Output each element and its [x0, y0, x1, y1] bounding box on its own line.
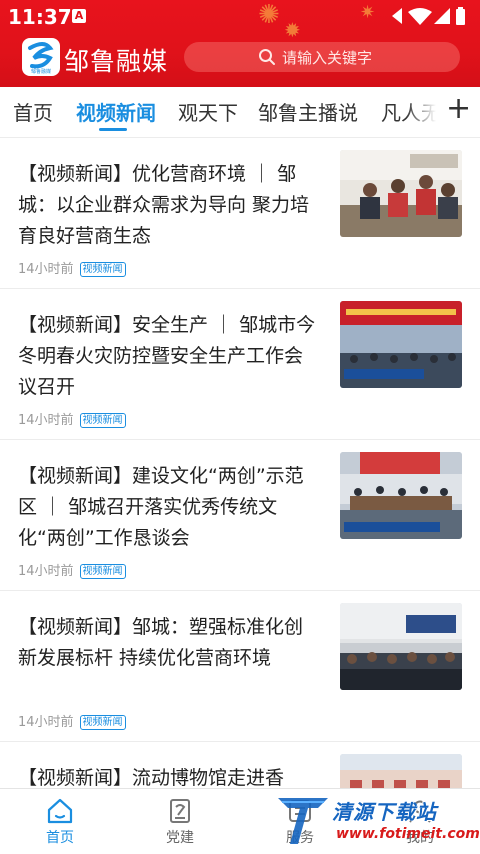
- news-time: 14小时前: [18, 262, 74, 277]
- news-title[interactable]: 【视频新闻】安全生产 ｜ 邹城市今冬明春火灾防控暨安全生产工作会议召开: [18, 310, 318, 403]
- news-thumbnail[interactable]: [340, 603, 462, 690]
- watermark-logo-icon: [278, 798, 328, 844]
- news-tag: 视频新闻: [79, 262, 126, 277]
- cellular-icon: [434, 8, 450, 24]
- news-title[interactable]: 【视频新闻】流动博物馆走进香: [18, 763, 318, 788]
- news-title[interactable]: 【视频新闻】优化营商环境 ｜ 邹城：以企业群众需求为导向 聚力培育良好营商生态: [18, 159, 318, 252]
- news-tag: 视频新闻: [79, 413, 126, 428]
- news-meta: 14小时前 视频新闻: [18, 715, 126, 731]
- watermark: 清源下载站 www.fotimeit.com: [270, 790, 480, 852]
- category-tabs: 首页 视频新闻 观天下 邹鲁主播说 凡人无 +: [0, 87, 480, 137]
- news-item[interactable]: 【视频新闻】流动博物馆走进香: [0, 742, 480, 788]
- nav-label: 首页: [46, 830, 74, 846]
- news-title[interactable]: 【视频新闻】建设文化“两创”示范区 ｜ 邹城召开落实优秀传统文化“两创”工作恳谈…: [18, 461, 318, 554]
- news-item[interactable]: 【视频新闻】优化营商环境 ｜ 邹城：以企业群众需求为导向 聚力培育良好营商生态 …: [0, 138, 480, 289]
- search-icon: [259, 49, 275, 65]
- news-meta: 14小时前 视频新闻: [18, 413, 126, 429]
- app-header: ✺ ✹ ✷ 11:37 A 邹鲁融媒 邹鲁融媒 请输入关键字: [0, 0, 480, 87]
- news-tag: 视频新闻: [79, 564, 126, 579]
- app-title: 邹鲁融媒: [64, 47, 169, 76]
- signal-icon: [392, 8, 402, 24]
- nav-label: 党建: [166, 830, 194, 846]
- news-thumbnail[interactable]: [340, 452, 462, 539]
- tab-anchor[interactable]: 邹鲁主播说: [258, 97, 358, 126]
- conference-photo-icon: [340, 603, 462, 690]
- party-building-icon: [170, 799, 190, 823]
- tab-video-news[interactable]: 视频新闻: [76, 97, 156, 126]
- home-icon: [47, 798, 73, 824]
- active-tab-indicator: [99, 128, 127, 131]
- conference-photo-icon: [340, 452, 462, 539]
- conference-photo-icon: [340, 301, 462, 388]
- search-box[interactable]: 请输入关键字: [184, 42, 460, 72]
- nav-home[interactable]: 首页: [0, 789, 120, 854]
- tab-world[interactable]: 观天下: [178, 97, 238, 126]
- news-item[interactable]: 【视频新闻】邹城：塑强标准化创新发展标杆 持续优化营商环境 14小时前 视频新闻: [0, 591, 480, 742]
- tabs-fade: [406, 87, 436, 137]
- news-thumbnail[interactable]: [340, 301, 462, 388]
- search-placeholder[interactable]: 请输入关键字: [282, 47, 372, 68]
- news-time: 14小时前: [18, 564, 74, 579]
- news-item[interactable]: 【视频新闻】建设文化“两创”示范区 ｜ 邹城召开落实优秀传统文化“两创”工作恳谈…: [0, 440, 480, 591]
- news-time: 14小时前: [18, 413, 74, 428]
- status-time: 11:37: [8, 5, 72, 29]
- building-photo-icon: [340, 754, 462, 788]
- meeting-photo-icon: [340, 150, 462, 237]
- nav-party-building[interactable]: 党建: [120, 789, 240, 854]
- add-channel-button[interactable]: +: [436, 87, 480, 137]
- news-item[interactable]: 【视频新闻】安全生产 ｜ 邹城市今冬明春火灾防控暨安全生产工作会议召开 14小时…: [0, 289, 480, 440]
- watermark-url: www.fotimeit.com: [336, 826, 480, 842]
- wifi-icon: [408, 8, 432, 25]
- status-bar: 11:37 A: [0, 0, 480, 34]
- news-thumbnail[interactable]: [340, 150, 462, 237]
- news-meta: 14小时前 视频新闻: [18, 262, 126, 278]
- plus-icon: +: [446, 91, 472, 126]
- news-thumbnail[interactable]: [340, 754, 462, 788]
- watermark-title: 清源下载站: [332, 800, 437, 824]
- status-icons: [392, 7, 465, 25]
- battery-icon: [456, 7, 465, 25]
- news-tag: 视频新闻: [79, 715, 126, 730]
- news-meta: 14小时前 视频新闻: [18, 564, 126, 580]
- app-logo-icon[interactable]: 邹鲁融媒: [22, 38, 60, 76]
- news-feed[interactable]: 【视频新闻】优化营商环境 ｜ 邹城：以企业群众需求为导向 聚力培育良好营商生态 …: [0, 138, 480, 788]
- tab-home[interactable]: 首页: [13, 97, 53, 126]
- news-title[interactable]: 【视频新闻】邹城：塑强标准化创新发展标杆 持续优化营商环境: [18, 612, 318, 674]
- news-time: 14小时前: [18, 715, 74, 730]
- logo-caption: 邹鲁融媒: [31, 68, 51, 75]
- notification-icon: A: [72, 9, 86, 23]
